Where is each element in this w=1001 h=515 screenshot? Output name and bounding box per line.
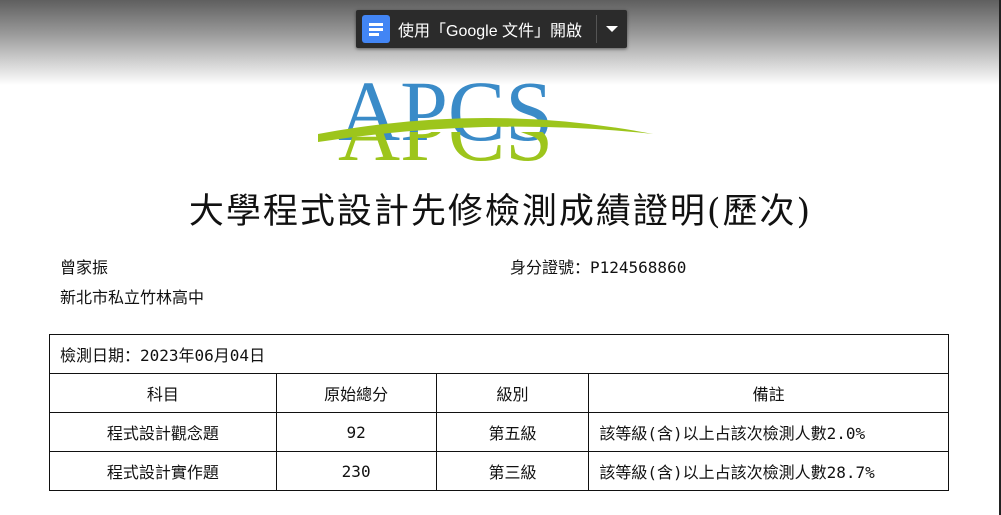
google-docs-icon	[362, 15, 390, 43]
notes-cell: 該等級(含)以上占該次檢測人數2.0%	[588, 412, 949, 452]
subject-cell: 程式設計實作題	[49, 451, 277, 491]
score-cell: 230	[275, 451, 437, 491]
dropdown-button[interactable]	[597, 10, 627, 48]
open-with-google-docs-button[interactable]: 使用「Google 文件」開啟	[398, 17, 582, 41]
school-name: 新北市私立竹林高中	[60, 288, 205, 307]
header-subject: 科目	[49, 373, 277, 413]
table-row: 程式設計觀念題 92 第五級 該等級(含)以上占該次檢測人數2.0%	[49, 412, 949, 452]
caret-down-icon	[606, 26, 618, 32]
student-name: 曾家振	[60, 258, 109, 277]
table-header-row: 科目 原始總分 級別 備註	[49, 373, 949, 413]
id-number: 身分證號：P124568860	[510, 258, 687, 277]
open-with-google-docs-bar[interactable]: 使用「Google 文件」開啟	[356, 10, 627, 48]
page-title: 大學程式設計先修檢測成績證明(歷次)	[188, 192, 813, 232]
header-raw-score: 原始總分	[275, 373, 437, 413]
test-date: 檢測日期：2023年06月04日	[49, 334, 949, 374]
subject-cell: 程式設計觀念題	[49, 412, 277, 452]
table-row: 程式設計實作題 230 第三級 該等級(含)以上占該次檢測人數28.7%	[49, 451, 949, 491]
apcs-logo: APCS APCS	[318, 63, 653, 162]
score-cell: 92	[275, 412, 437, 452]
notes-cell: 該等級(含)以上占該次檢測人數28.7%	[588, 451, 949, 491]
level-cell: 第三級	[435, 451, 590, 491]
header-notes: 備註	[588, 373, 949, 413]
score-table: 檢測日期：2023年06月04日 科目 原始總分 級別 備註 程式設計觀念題 9…	[49, 334, 949, 491]
test-date-row: 檢測日期：2023年06月04日	[49, 334, 949, 374]
level-cell: 第五級	[435, 412, 590, 452]
header-level: 級別	[435, 373, 590, 413]
